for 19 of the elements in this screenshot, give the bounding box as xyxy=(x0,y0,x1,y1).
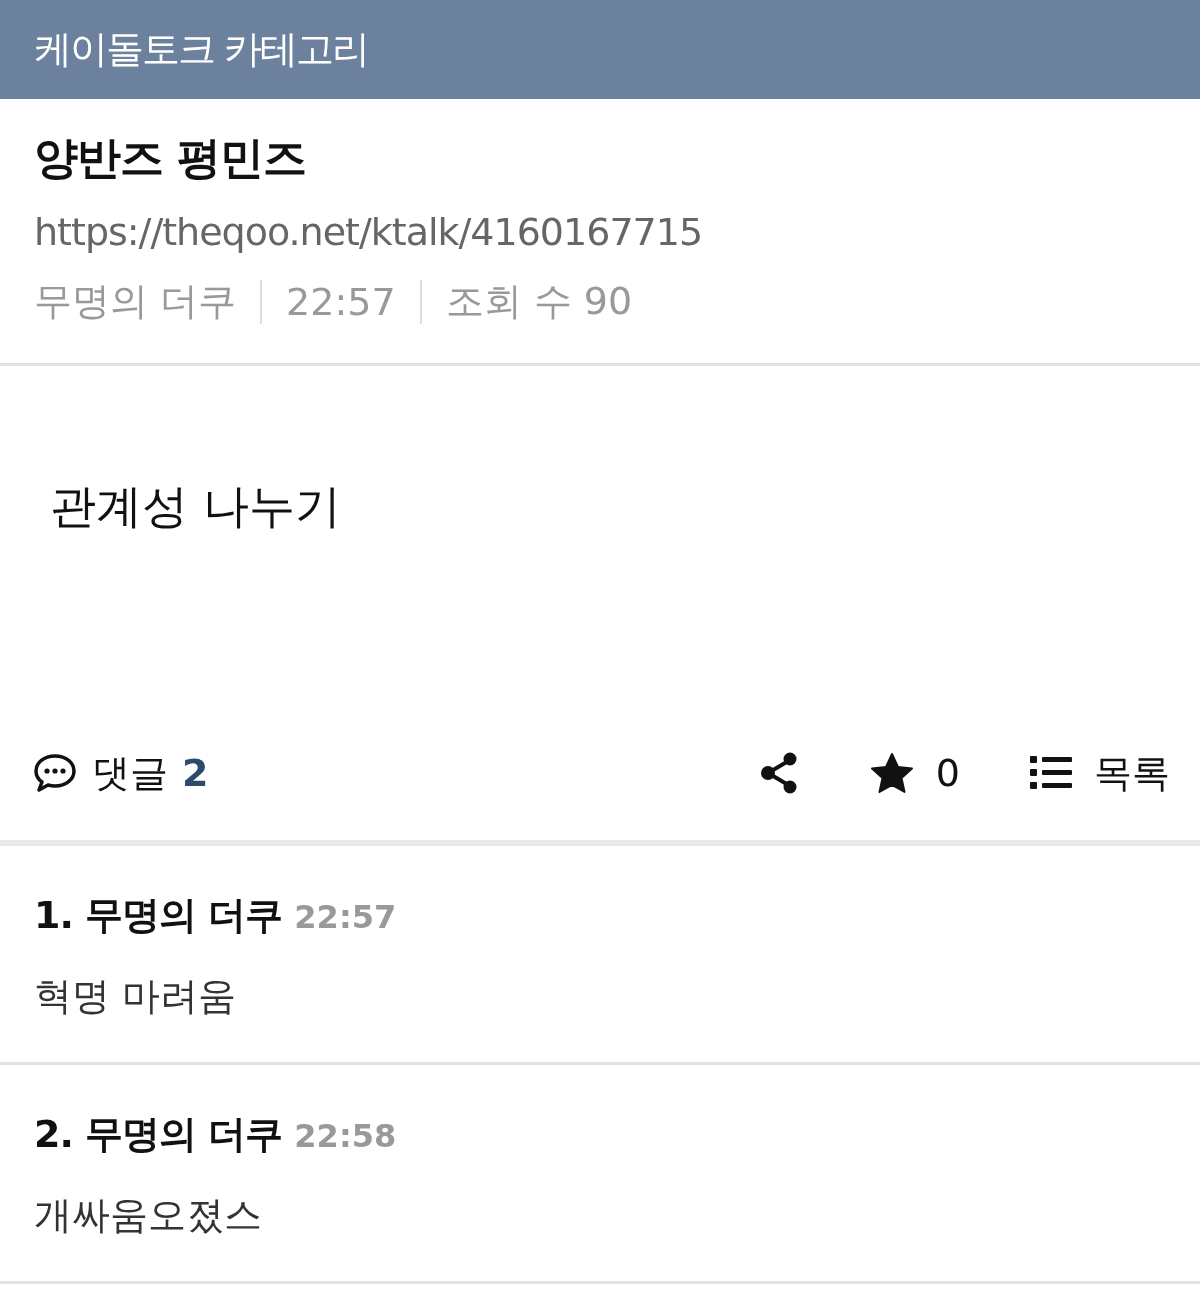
author-name: 무명의 더쿠 xyxy=(34,278,237,325)
view-count: 조회 수 90 xyxy=(445,278,633,325)
post-url[interactable]: https://theqoo.net/ktalk/4160167715 xyxy=(34,210,1166,254)
category-title[interactable]: 케이돌토크 카테고리 xyxy=(34,24,369,75)
star-icon xyxy=(869,752,914,794)
comment-author: 1. 무명의 더쿠 xyxy=(34,892,283,939)
comment-text: 개싸움오졌스 xyxy=(34,1192,263,1239)
speech-bubble-icon xyxy=(32,753,78,793)
comment-time: 22:57 xyxy=(294,898,397,936)
comment-time: 22:58 xyxy=(294,1117,397,1155)
comment-text: 혁명 마려움 xyxy=(34,973,238,1020)
list-button[interactable]: 목록 xyxy=(1030,747,1170,799)
list-icon xyxy=(1030,756,1072,790)
post-title: 양반즈 평민즈 xyxy=(34,131,308,185)
post-body: 관계성 나누기 xyxy=(50,478,341,535)
star-button[interactable]: 0 xyxy=(869,751,960,795)
comment-author: 2. 무명의 더쿠 xyxy=(34,1111,283,1158)
comments-button[interactable]: 댓글 2 xyxy=(32,747,209,799)
post-time: 22:57 xyxy=(286,279,396,324)
